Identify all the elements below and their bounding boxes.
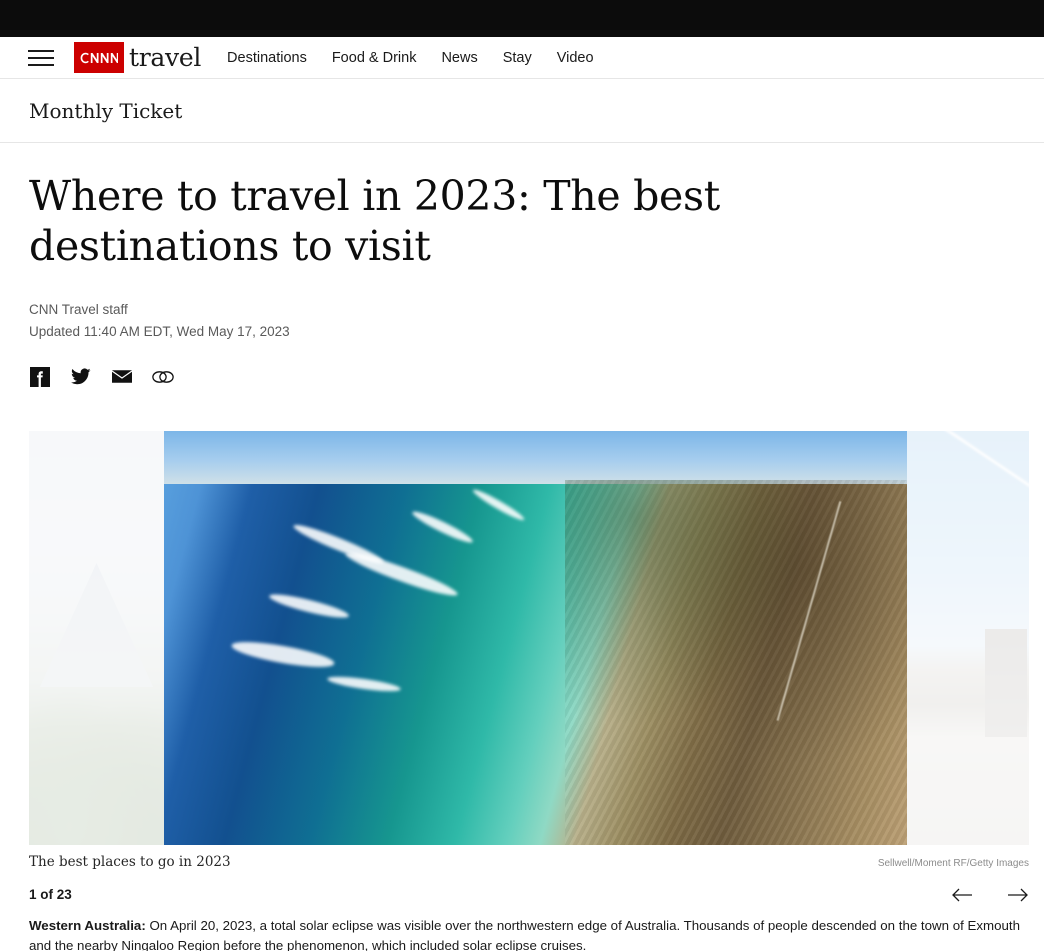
gallery-controls: 1 of 23 (29, 884, 1029, 906)
arrow-left-icon[interactable] (951, 884, 973, 906)
photo-surf (410, 507, 475, 547)
gallery-arrows (951, 884, 1029, 906)
hamburger-line (28, 49, 54, 52)
photo-surf (470, 486, 527, 524)
photo-surf (327, 673, 403, 695)
cnn-logo-icon (74, 42, 124, 73)
section-strip: Monthly Ticket (0, 79, 1044, 143)
byline-timestamp: Updated 11:40 AM EDT, Wed May 17, 2023 (29, 324, 290, 340)
photo-land-texture (565, 480, 907, 845)
article-container: Where to travel in 2023: The best destin… (0, 143, 1044, 951)
photo-surf (230, 636, 336, 672)
body-lead-text: On April 20, 2023, a total solar eclipse… (145, 917, 877, 933)
arrow-right-icon[interactable] (1007, 884, 1029, 906)
byline-author: CNN Travel staff (29, 302, 128, 318)
gallery-slide-previous[interactable] (29, 430, 164, 845)
link-icon[interactable] (152, 366, 174, 388)
nav-item-destinations[interactable]: Destinations (227, 50, 307, 66)
gallery-image-previous (29, 430, 164, 845)
nav-item-video[interactable]: Video (557, 50, 594, 66)
image-caption: The best places to go in 2023 (29, 853, 231, 870)
email-icon[interactable] (111, 366, 133, 388)
image-credit: Sellwell/Moment RF/Getty Images (877, 857, 1029, 869)
hamburger-menu-icon[interactable] (28, 47, 54, 69)
nav-item-stay[interactable]: Stay (503, 50, 532, 66)
photo-surf (343, 547, 461, 602)
twitter-icon[interactable] (70, 366, 92, 388)
image-gallery[interactable] (29, 430, 1029, 845)
cnn-travel-logo[interactable]: travel (74, 42, 201, 73)
hamburger-line (28, 56, 54, 59)
site-header: travel Destinations Food & Drink News St… (0, 37, 1044, 79)
primary-nav: Destinations Food & Drink News Stay Vide… (227, 50, 594, 66)
gallery-image-next (907, 430, 1029, 845)
nav-item-food-and-drink[interactable]: Food & Drink (332, 50, 417, 66)
byline: CNN Travel staff Updated 11:40 AM EDT, W… (29, 299, 1015, 344)
top-black-bar (0, 0, 1044, 37)
share-row (29, 366, 1015, 388)
page-title: Where to travel in 2023: The best destin… (29, 172, 720, 271)
body-lead-label: Western Australia: (29, 917, 146, 933)
nav-item-news[interactable]: News (441, 50, 477, 66)
article-body-paragraph: Western Australia: On April 20, 2023, a … (29, 916, 1029, 951)
hamburger-line (28, 63, 54, 66)
gallery-slide-current[interactable] (164, 430, 907, 845)
gallery-counter: 1 of 23 (29, 887, 72, 903)
facebook-icon[interactable] (29, 366, 51, 388)
photo-surf (267, 590, 351, 623)
caption-row: The best places to go in 2023 Sellwell/M… (29, 854, 1029, 870)
gallery-image-current (164, 430, 907, 845)
section-label-monthly-ticket[interactable]: Monthly Ticket (29, 99, 182, 123)
photo-sky (164, 430, 907, 485)
gallery-slide-next[interactable] (907, 430, 1029, 845)
brand-word: travel (129, 43, 202, 72)
